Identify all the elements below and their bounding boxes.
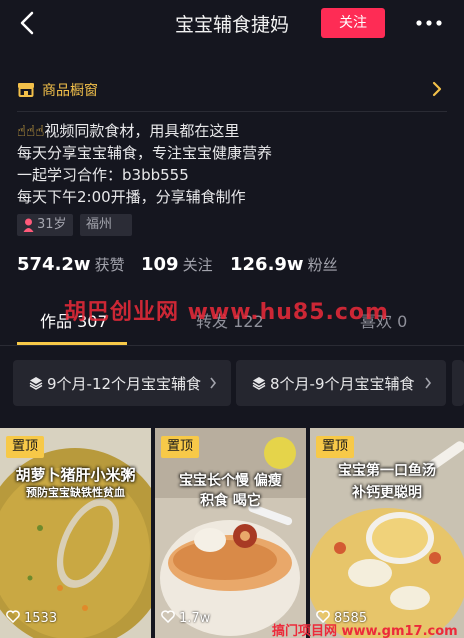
page-title: 宝宝辅食捷妈 (174, 14, 289, 36)
tab-likes[interactable]: 喜欢 0 (360, 308, 407, 332)
chevron-right-icon (210, 377, 217, 389)
shop-window-row[interactable]: 商品橱窗 (0, 70, 464, 110)
back-arrow-icon[interactable] (14, 8, 42, 38)
shop-window-label: 商品橱窗 (42, 83, 98, 99)
content-tabs: 作品 307 转发 122 喜欢 0 (0, 300, 464, 346)
video-card-1[interactable]: 置顶 胡萝卜猪肝小米粥 预防宝宝缺铁性贫血 1533 (0, 428, 151, 638)
pointing-hand-icon: ☝☝☝ (17, 122, 45, 140)
bio-line: 每天下午2:00开播，分享辅食制作 (17, 188, 246, 206)
active-tab-indicator (17, 342, 127, 345)
follow-button[interactable]: 关注 (321, 8, 385, 38)
bio-line: ☝☝☝视频同款食材，用具都在这里 (17, 122, 240, 140)
video-subtitle: 补钙更聪明 (352, 485, 422, 501)
collection-chips: 9个月-12个月宝宝辅食 8个月-9个月宝宝辅食 (0, 360, 464, 408)
chevron-right-icon (425, 377, 432, 389)
video-subtitle: 积食 喝它 (200, 493, 261, 509)
heart-icon (316, 610, 330, 623)
heart-icon (161, 610, 175, 623)
city-tag: 福州 (80, 214, 132, 236)
video-title: 宝宝长个慢 偏瘦 (179, 473, 282, 489)
video-grid: 置顶 胡萝卜猪肝小米粥 预防宝宝缺铁性贫血 1533 置顶 宝宝长个慢 偏瘦 积… (0, 428, 464, 638)
video-title: 宝宝第一口鱼汤 (338, 463, 436, 479)
layers-icon (252, 377, 266, 390)
collection-chip-8-9[interactable]: 8个月-9个月宝宝辅食 (236, 360, 446, 406)
video-card-2[interactable]: 置顶 宝宝长个慢 偏瘦 积食 喝它 1.7w (155, 428, 306, 638)
tab-reposts[interactable]: 转发 122 (196, 308, 264, 332)
profile-bio: ☝☝☝视频同款食材，用具都在这里 每天分享宝宝辅食，专注宝宝健康营养 一起学习合… (17, 120, 272, 208)
shop-icon (18, 83, 34, 97)
video-card-3[interactable]: 置顶 宝宝第一口鱼汤 补钙更聪明 8585 (310, 428, 464, 638)
age-tag: 31岁 (17, 214, 73, 236)
pinned-badge: 置顶 (316, 436, 355, 458)
video-thumbnail (0, 428, 151, 638)
video-like-count: 1.7w (161, 610, 210, 626)
video-like-count: 8585 (316, 610, 367, 626)
layers-icon (29, 377, 43, 390)
heart-icon (6, 610, 20, 623)
tab-works[interactable]: 作品 307 (40, 308, 108, 332)
followers-stat[interactable]: 126.9w 粉丝 (230, 254, 338, 275)
video-thumbnail (155, 428, 306, 638)
chevron-right-icon (432, 81, 442, 97)
divider (17, 111, 447, 112)
video-like-count: 1533 (6, 610, 57, 626)
video-title: 胡萝卜猪肝小米粥 (15, 466, 136, 484)
bio-line: 一起学习合作：b3bb555 (17, 166, 189, 184)
more-dots-icon[interactable] (414, 11, 444, 35)
bio-line: 每天分享宝宝辅食，专注宝宝健康营养 (17, 144, 273, 162)
pinned-badge: 置顶 (161, 436, 200, 458)
collection-chip-9-12[interactable]: 9个月-12个月宝宝辅食 (13, 360, 231, 406)
likes-stat: 574.2w 获赞 (17, 254, 125, 275)
video-subtitle: 预防宝宝缺铁性贫血 (26, 486, 125, 499)
female-gender-icon (23, 218, 34, 232)
following-stat[interactable]: 109 关注 (141, 254, 213, 275)
pinned-badge: 置顶 (6, 436, 45, 458)
collection-chip-more[interactable] (452, 360, 464, 406)
top-bar: 宝宝辅食捷妈 关注 (0, 0, 464, 48)
